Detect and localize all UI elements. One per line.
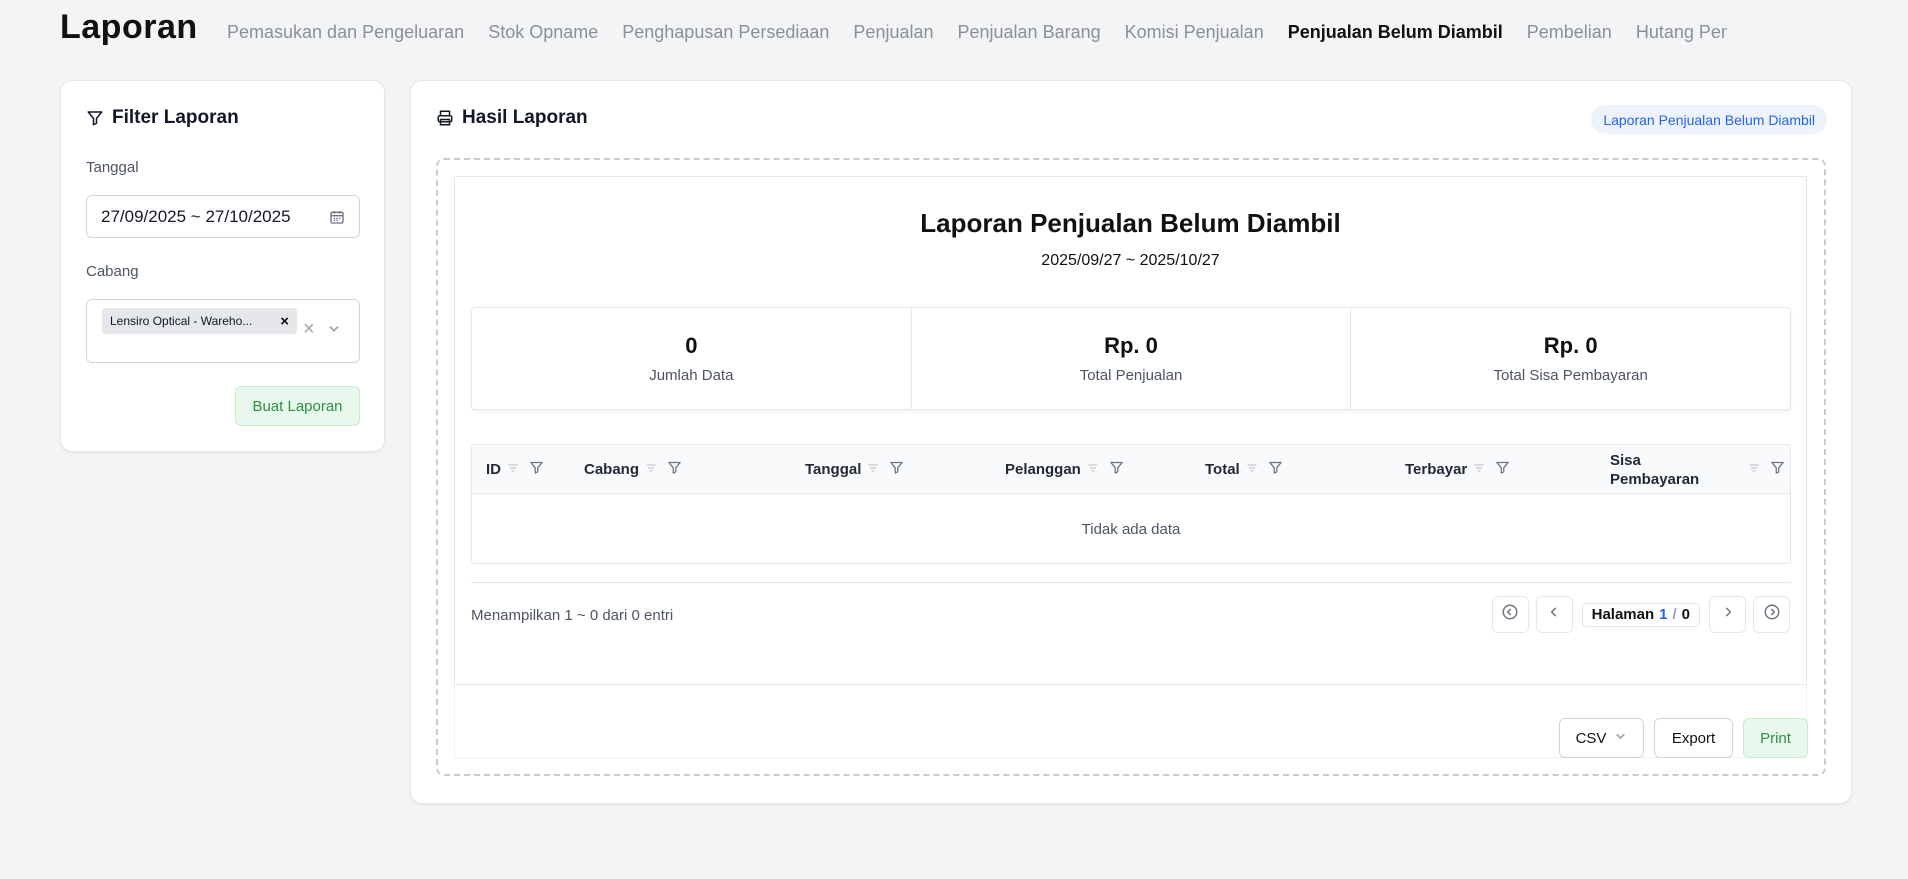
print-button[interactable]: Print xyxy=(1743,718,1808,758)
report-table: ID Cabang Tanggal Pelanggan Total Terbay… xyxy=(471,444,1791,564)
table-header: ID Cabang Tanggal Pelanggan Total Terbay… xyxy=(472,445,1790,494)
stat-label: Total Sisa Pembayaran xyxy=(1493,367,1648,384)
column-header-terbayar[interactable]: Terbayar xyxy=(1405,445,1510,494)
current-page: 1 xyxy=(1659,606,1668,623)
stat-value: Rp. 0 xyxy=(1543,333,1598,358)
tab-pemasukan-pengeluaran[interactable]: Pemasukan dan Pengeluaran xyxy=(227,22,464,43)
divider xyxy=(471,582,1791,583)
result-panel: Hasil Laporan Laporan Penjualan Belum Di… xyxy=(410,80,1852,804)
tab-penghapusan-persediaan[interactable]: Penghapusan Persediaan xyxy=(622,22,829,43)
chevron-down-icon[interactable] xyxy=(327,322,341,341)
column-label: Pelanggan xyxy=(1005,461,1081,478)
stat-total-sisa-pembayaran: Rp. 0 Total Sisa Pembayaran xyxy=(1351,308,1790,409)
report-type-badge: Laporan Penjualan Belum Diambil xyxy=(1591,105,1827,134)
result-title: Hasil Laporan xyxy=(462,107,588,128)
column-filter-icon[interactable] xyxy=(889,460,904,479)
sort-icon[interactable] xyxy=(1473,461,1485,478)
filter-panel: Filter Laporan Tanggal 27/09/2025 ~ 27/1… xyxy=(60,80,385,452)
column-header-total[interactable]: Total xyxy=(1205,445,1283,494)
tab-penjualan-barang[interactable]: Penjualan Barang xyxy=(958,22,1101,43)
sort-icon[interactable] xyxy=(1087,461,1099,478)
summary-stats: 0 Jumlah Data Rp. 0 Total Penjualan Rp. … xyxy=(471,307,1791,410)
tab-penjualan[interactable]: Penjualan xyxy=(853,22,933,43)
column-label: Cabang xyxy=(584,461,640,478)
export-button[interactable]: Export xyxy=(1654,718,1733,758)
page-indicator: Halaman 1 / 0 xyxy=(1581,602,1700,627)
stat-jumlah-data: 0 Jumlah Data xyxy=(472,308,912,409)
page-label: Halaman xyxy=(1591,606,1655,623)
next-page-button[interactable] xyxy=(1709,596,1746,633)
column-filter-icon[interactable] xyxy=(1268,460,1283,479)
sort-icon[interactable] xyxy=(507,461,519,478)
first-page-icon xyxy=(1501,603,1519,626)
column-label: Sisa Pembayaran xyxy=(1610,451,1700,488)
export-format-select[interactable]: CSV xyxy=(1559,718,1644,758)
last-page-button[interactable] xyxy=(1753,596,1790,633)
clear-icon[interactable]: × xyxy=(303,318,315,341)
column-label: Tanggal xyxy=(805,461,862,478)
stat-value: Rp. 0 xyxy=(1104,333,1158,358)
date-label: Tanggal xyxy=(86,159,139,176)
report-tabs: Pemasukan dan Pengeluaran Stok Opname Pe… xyxy=(227,22,1727,43)
filter-icon xyxy=(86,109,104,127)
sort-icon[interactable] xyxy=(645,461,657,478)
branch-chip-label: Lensiro Optical - Wareho... xyxy=(110,314,253,328)
column-filter-icon[interactable] xyxy=(667,460,682,479)
sort-icon[interactable] xyxy=(1246,461,1258,478)
report-actions: CSV Export Print xyxy=(1559,718,1808,758)
column-header-sisa-pembayaran[interactable]: Sisa Pembayaran xyxy=(1610,445,1785,494)
tab-hutang-pembelian[interactable]: Hutang Pembelian xyxy=(1636,22,1727,43)
column-label: Terbayar xyxy=(1405,461,1468,478)
filter-title: Filter Laporan xyxy=(112,107,239,128)
column-header-pelanggan[interactable]: Pelanggan xyxy=(1005,445,1124,494)
export-format-value: CSV xyxy=(1575,729,1607,747)
table-empty-state: Tidak ada data xyxy=(1081,520,1181,538)
branch-chip: Lensiro Optical - Wareho... × xyxy=(102,308,297,334)
column-label: ID xyxy=(486,461,501,478)
chevron-right-icon xyxy=(1721,605,1735,624)
branch-select[interactable]: Lensiro Optical - Wareho... × × xyxy=(86,299,360,363)
prev-page-button[interactable] xyxy=(1535,596,1573,633)
printer-icon xyxy=(436,109,454,127)
tab-penjualan-belum-diambil[interactable]: Penjualan Belum Diambil xyxy=(1288,22,1503,43)
column-header-tanggal[interactable]: Tanggal xyxy=(805,445,904,494)
first-page-button[interactable] xyxy=(1491,596,1529,633)
report-title: Laporan Penjualan Belum Diambil xyxy=(920,208,1341,238)
column-filter-icon[interactable] xyxy=(529,460,544,479)
page-separator: / xyxy=(1672,606,1677,623)
stat-total-penjualan: Rp. 0 Total Penjualan xyxy=(912,308,1352,409)
create-report-button[interactable]: Buat Laporan xyxy=(235,386,360,426)
stat-label: Jumlah Data xyxy=(649,367,734,384)
column-filter-icon[interactable] xyxy=(1495,460,1510,479)
entries-summary: Menampilkan 1 ~ 0 dari 0 entri xyxy=(471,607,674,624)
sort-icon[interactable] xyxy=(1748,460,1760,479)
result-header: Hasil Laporan xyxy=(436,107,588,129)
stat-value: 0 xyxy=(685,333,698,358)
column-header-id[interactable]: ID xyxy=(486,445,544,494)
stat-label: Total Penjualan xyxy=(1079,367,1183,384)
sort-icon[interactable] xyxy=(867,461,879,478)
filter-header: Filter Laporan xyxy=(86,107,239,129)
branch-label: Cabang xyxy=(86,263,139,280)
date-range-value: 27/09/2025 ~ 27/10/2025 xyxy=(101,206,291,226)
calendar-icon[interactable] xyxy=(329,209,345,225)
report-date-range: 2025/09/27 ~ 2025/10/27 xyxy=(1041,252,1220,269)
pagination: Halaman 1 / 0 xyxy=(1491,596,1790,633)
chevron-left-icon xyxy=(1547,605,1561,624)
tab-komisi-penjualan[interactable]: Komisi Penjualan xyxy=(1125,22,1264,43)
column-filter-icon[interactable] xyxy=(1109,460,1124,479)
tab-pembelian[interactable]: Pembelian xyxy=(1527,22,1612,43)
last-page-icon xyxy=(1763,603,1781,626)
date-range-input[interactable]: 27/09/2025 ~ 27/10/2025 xyxy=(86,195,360,238)
page-title: Laporan xyxy=(60,8,198,46)
report-paper: Laporan Penjualan Belum Diambil 2025/09/… xyxy=(454,176,1807,685)
total-pages: 0 xyxy=(1681,606,1690,623)
column-header-cabang[interactable]: Cabang xyxy=(584,445,682,494)
column-filter-icon[interactable] xyxy=(1770,460,1785,480)
column-label: Total xyxy=(1205,461,1240,478)
chip-remove-icon[interactable]: × xyxy=(280,313,289,330)
tab-stok-opname[interactable]: Stok Opname xyxy=(488,22,598,43)
chevron-down-icon xyxy=(1614,730,1627,747)
